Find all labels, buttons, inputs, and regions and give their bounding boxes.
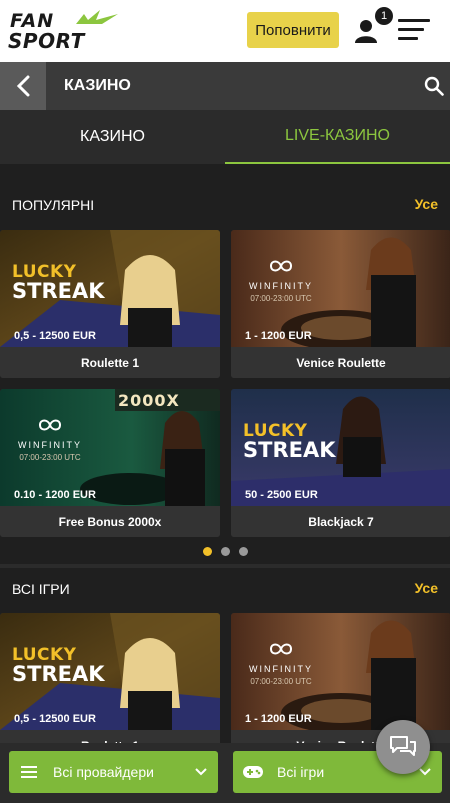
bet-range: 1 - 1200 EUR xyxy=(245,713,312,725)
game-card-roulette-1[interactable]: LUCKY STREAK 0,5 - 12500 EUR Roulette 1 xyxy=(0,613,220,761)
game-card-venice-roulette[interactable]: WINFINITY 07:00-23:00 UTC 1 - 1200 EUR V… xyxy=(231,230,450,378)
notification-badge: 1 xyxy=(375,7,393,25)
tab-live-casino[interactable]: LIVE-КАЗИНО xyxy=(225,110,450,164)
bet-range: 0,5 - 12500 EUR xyxy=(14,713,96,725)
fansport-logo[interactable]: FAN SPORT xyxy=(8,10,128,54)
lucky-streak-logo: LUCKY STREAK xyxy=(12,645,105,686)
bet-range: 0,5 - 12500 EUR xyxy=(14,330,96,342)
all-games-header: ВСІ ІГРИ Усе xyxy=(0,568,450,610)
bet-range: 0.10 - 1200 EUR xyxy=(14,489,96,501)
chevron-down-icon xyxy=(195,768,207,776)
providers-dropdown[interactable]: Всі провайдери xyxy=(9,751,218,793)
top-header: FAN SPORT Поповнити 1 xyxy=(0,0,450,62)
infinity-icon xyxy=(269,643,293,655)
logo-text-bottom: SPORT xyxy=(8,29,85,53)
all-games-see-all-link[interactable]: Усе xyxy=(415,580,438,596)
popular-see-all-link[interactable]: Усе xyxy=(415,196,438,212)
page-title: КАЗИНО xyxy=(64,77,131,94)
section-title-all-games: ВСІ ІГРИ xyxy=(12,581,70,597)
pager-dot[interactable] xyxy=(238,546,248,556)
back-button[interactable] xyxy=(0,62,46,110)
game-title: Roulette 1 xyxy=(0,347,220,378)
pager-dot[interactable] xyxy=(220,546,230,556)
gamepad-icon xyxy=(243,764,263,780)
deposit-button[interactable]: Поповнити xyxy=(247,12,339,48)
casino-tabs: КАЗИНО LIVE-КАЗИНО xyxy=(0,110,450,164)
lucky-streak-logo: LUCKY STREAK xyxy=(12,262,105,303)
winfinity-logo: WINFINITY 07:00-23:00 UTC xyxy=(243,641,319,686)
section-titlebar: КАЗИНО xyxy=(0,62,450,110)
game-title: Blackjack 7 xyxy=(231,506,450,537)
winfinity-logo: WINFINITY 07:00-23:00 UTC xyxy=(12,417,88,462)
game-card-roulette-1[interactable]: LUCKY STREAK 0,5 - 12500 EUR Roulette 1 xyxy=(0,230,220,378)
search-icon[interactable] xyxy=(424,76,444,96)
chevron-left-icon xyxy=(16,75,30,97)
carousel-pager xyxy=(0,541,450,561)
bet-range: 1 - 1200 EUR xyxy=(245,330,312,342)
section-title-popular: ПОПУЛЯРНІ xyxy=(12,197,95,213)
winfinity-logo: WINFINITY 07:00-23:00 UTC xyxy=(243,258,319,303)
multiplier-badge: 2000X xyxy=(118,391,180,410)
hamburger-menu-icon[interactable] xyxy=(398,19,430,41)
tab-casino[interactable]: КАЗИНО xyxy=(0,110,225,164)
list-icon xyxy=(19,764,39,780)
providers-label: Всі провайдери xyxy=(53,764,154,780)
game-card-free-bonus-2000x[interactable]: 2000X WINFINITY 07:00-23:00 UTC 0.10 - 1… xyxy=(0,389,220,537)
infinity-icon xyxy=(269,260,293,272)
games-label: Всі ігри xyxy=(277,764,325,780)
popular-header: ПОПУЛЯРНІ Усе xyxy=(0,184,450,226)
pager-dot[interactable] xyxy=(202,546,212,556)
game-title: Venice Roulette xyxy=(231,347,450,378)
lucky-streak-logo: LUCKY STREAK xyxy=(243,421,336,462)
chat-support-button[interactable] xyxy=(376,720,430,774)
chat-bubbles-icon xyxy=(390,736,416,756)
game-title: Free Bonus 2000x xyxy=(0,506,220,537)
bet-range: 50 - 2500 EUR xyxy=(245,489,318,501)
infinity-icon xyxy=(38,419,62,431)
game-card-blackjack-7[interactable]: LUCKY STREAK 50 - 2500 EUR Blackjack 7 xyxy=(231,389,450,537)
